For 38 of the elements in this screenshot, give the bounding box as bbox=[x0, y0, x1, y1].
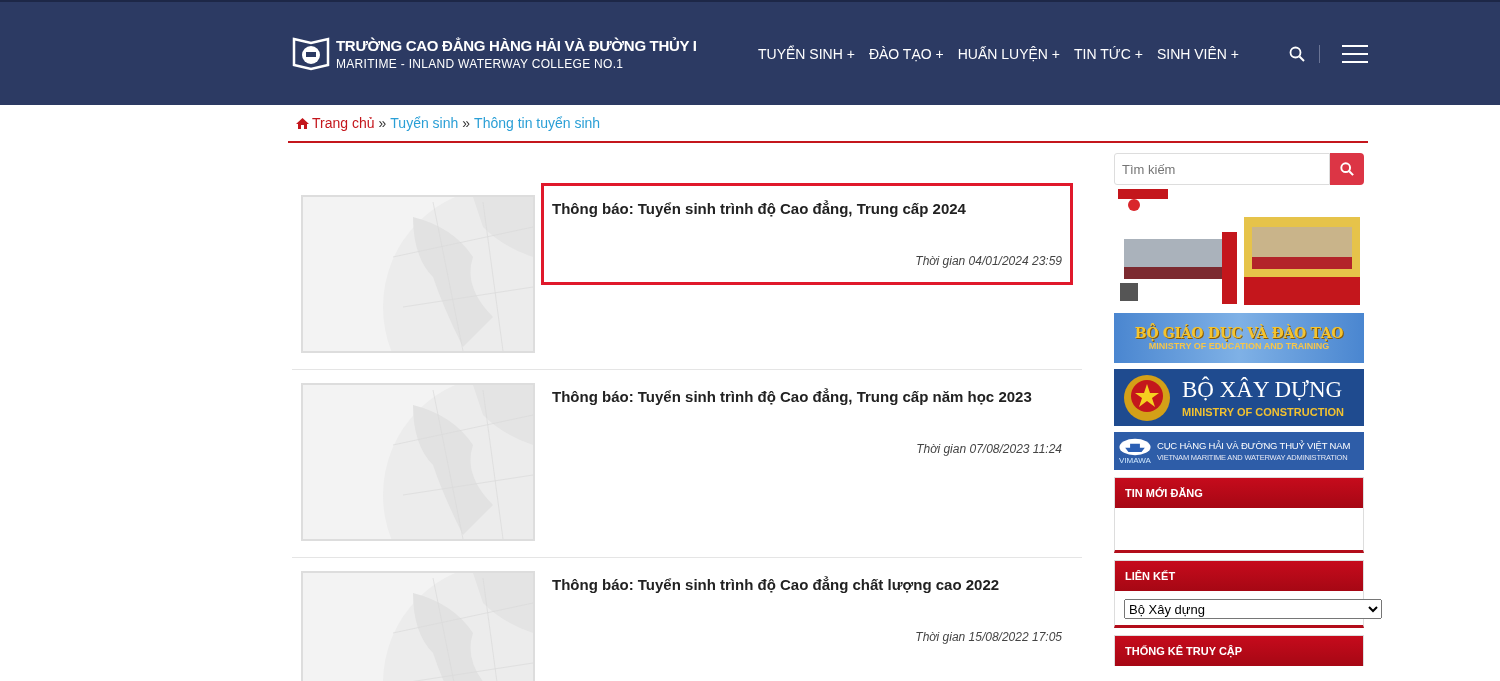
home-icon bbox=[296, 117, 309, 129]
widget-title: THỐNG KÊ TRUY CẬP bbox=[1115, 636, 1363, 666]
article-title[interactable]: Thông báo: Tuyển sinh trình độ Cao đẳng, Trung cấp 2024 bbox=[552, 200, 1062, 217]
article-time: Thời gian 15/08/2022 17:05 bbox=[914, 630, 1062, 644]
emblem-icon bbox=[1122, 372, 1172, 423]
search-button[interactable] bbox=[1330, 153, 1364, 185]
ministry-banner[interactable]: BỘ XÂY DỰNG MINISTRY OF CONSTRUCTION bbox=[1114, 369, 1364, 426]
breadcrumb-separator: » bbox=[378, 115, 387, 131]
nav-link[interactable]: SINH VIÊN + bbox=[1156, 45, 1239, 62]
article-summary[interactable]: Thông báo: Tuyển sinh trình độ Cao đẳng chất lượng cao 2022 Thời gian 15/08/2022 17:05 bbox=[541, 559, 1073, 661]
search-icon[interactable] bbox=[1289, 45, 1305, 62]
banner-title: BỘ XÂY DỰNG bbox=[1182, 377, 1344, 403]
article-title[interactable]: Thông báo: Tuyển sinh trình độ Cao đẳng, Trung cấp năm học 2023 bbox=[552, 388, 1062, 405]
search-field[interactable]: Tìm kiếm bbox=[1114, 153, 1330, 185]
ship-logo-icon bbox=[1118, 437, 1152, 456]
banner-title: BỘ GIÁO DỤC VÀ ĐÀO TẠO bbox=[1134, 325, 1344, 341]
nav-link[interactable]: TIN TỨC + bbox=[1074, 45, 1143, 62]
nav-link[interactable]: HUẤN LUYỆN + bbox=[957, 45, 1061, 62]
agency-acronym: VIMAWA bbox=[1119, 455, 1151, 465]
nav-link[interactable]: ĐÀO TẠO + bbox=[868, 45, 944, 62]
site-title: TRƯỜNG CAO ĐẲNG HÀNG HẢI VÀ ĐƯỜNG THỦY I bbox=[336, 36, 697, 54]
breadcrumb-separator: » bbox=[462, 115, 471, 131]
article-summary[interactable]: Thông báo: Tuyển sinh trình độ Cao đẳng, Trung cấp 2024 Thời gian 04/01/2024 23:59 bbox=[541, 183, 1073, 285]
article-time: Thời gian 07/08/2023 11:24 bbox=[915, 442, 1062, 456]
article-title[interactable]: Thông báo: Tuyển sinh trình độ Cao đẳng chất lượng cao 2022 bbox=[552, 576, 1062, 593]
nav-link[interactable]: TUYỂN SINH + bbox=[758, 45, 855, 62]
banner-subtitle: MINISTRY OF EDUCATION AND TRAINING bbox=[1148, 341, 1330, 351]
link-dropdown[interactable]: Bộ Xây dựng bbox=[1124, 599, 1382, 619]
search-icon bbox=[1340, 162, 1354, 176]
widget-title: TIN MỚI ĐĂNG bbox=[1115, 478, 1363, 508]
article-time: Thời gian 04/01/2024 23:59 bbox=[914, 254, 1062, 268]
menu-icon[interactable] bbox=[1342, 44, 1368, 63]
article-summary[interactable]: Thông báo: Tuyển sinh trình độ Cao đẳng, Trung cấp năm học 2023 Thời gian 07/08/2023 11:24 bbox=[541, 371, 1073, 473]
home-link[interactable]: Trang chủ bbox=[296, 115, 375, 131]
banner-subtitle: MINISTRY OF CONSTRUCTION bbox=[1182, 406, 1344, 418]
banner-title: CỤC HÀNG HẢI VÀ ĐƯỜNG THUỶ VIỆT NAM bbox=[1157, 440, 1351, 451]
site-subtitle: MARITIME - INLAND WATERWAY COLLEGE NO.1 bbox=[336, 56, 625, 71]
widget-title: LIÊN KẾT bbox=[1115, 561, 1363, 591]
